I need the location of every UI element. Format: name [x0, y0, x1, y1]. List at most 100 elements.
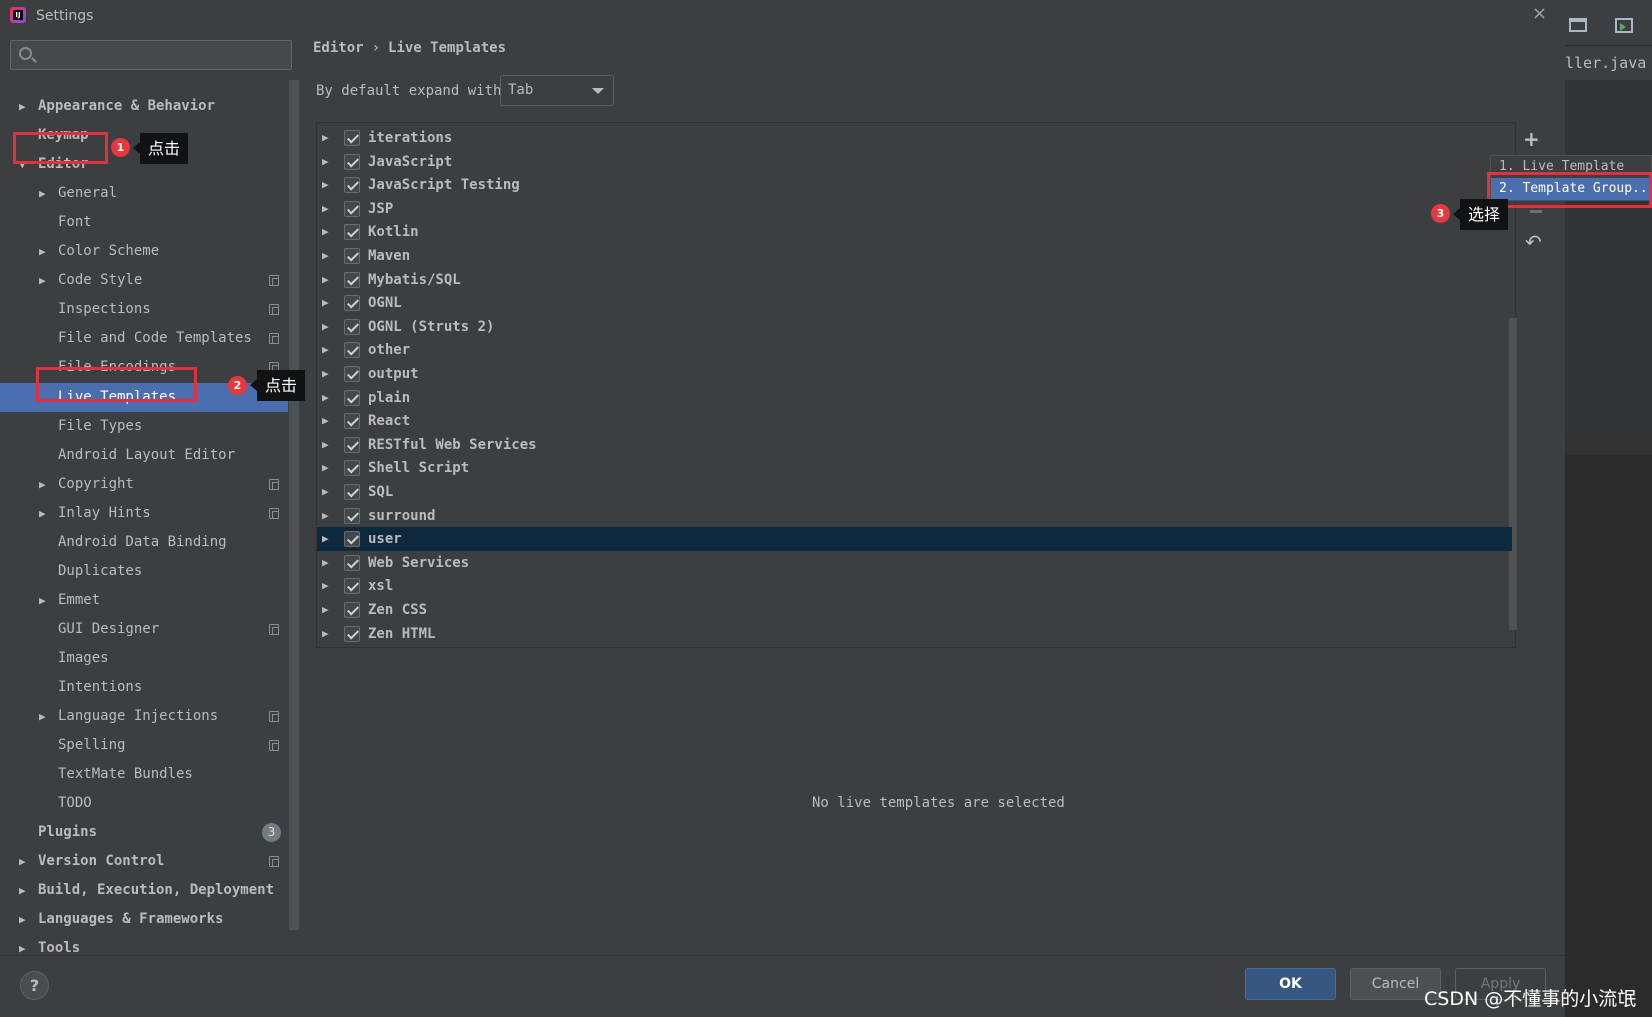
add-icon[interactable]: + [1523, 127, 1540, 151]
template-group-row[interactable]: ▶ xsl [317, 574, 1512, 598]
template-group-row[interactable]: ▶ output [317, 362, 1512, 386]
sidebar-item[interactable]: Intentions [0, 673, 288, 702]
sidebar-item[interactable]: ▶ Copyright [0, 470, 288, 499]
sidebar-item[interactable]: Inspections [0, 295, 288, 324]
help-icon[interactable]: ? [20, 971, 49, 1000]
template-group-row[interactable]: ▶ Mybatis/SQL [317, 268, 1512, 292]
enabled-checkbox[interactable] [344, 366, 360, 382]
sidebar-item[interactable]: Android Data Binding [0, 528, 288, 557]
settings-search-input[interactable] [10, 40, 292, 70]
sidebar-item[interactable]: TODO [0, 789, 288, 818]
enabled-checkbox[interactable] [344, 436, 360, 453]
sidebar-item[interactable]: Font [0, 208, 288, 237]
enabled-checkbox[interactable] [344, 625, 360, 642]
sidebar-item[interactable]: ▶ Language Injections [0, 702, 288, 731]
template-group-row[interactable]: ▶ Shell Script [317, 456, 1512, 480]
collapsed-arrow-icon[interactable]: ▶ [322, 220, 329, 244]
template-group-row[interactable]: ▶ user [317, 527, 1512, 552]
enabled-checkbox[interactable] [344, 531, 360, 548]
project-structure-icon[interactable] [1569, 18, 1587, 32]
template-group-row[interactable]: ▶ OGNL [317, 291, 1512, 315]
enabled-checkbox[interactable] [344, 554, 360, 571]
enabled-checkbox[interactable] [344, 130, 360, 146]
template-group-row[interactable]: ▶ JSP [317, 197, 1512, 221]
collapsed-arrow-icon[interactable]: ▶ [322, 268, 329, 292]
enabled-checkbox[interactable] [344, 248, 360, 264]
enabled-checkbox[interactable] [344, 153, 360, 170]
template-group-row[interactable]: ▶ JavaScript [317, 150, 1512, 174]
collapsed-arrow-icon[interactable]: ▶ [19, 92, 26, 121]
sidebar-item[interactable]: ▶ General [0, 179, 288, 208]
sidebar-item[interactable]: TextMate Bundles [0, 760, 288, 789]
enabled-checkbox[interactable] [344, 484, 360, 500]
collapsed-arrow-icon[interactable]: ▶ [39, 179, 46, 208]
ok-button[interactable]: OK [1245, 968, 1336, 1000]
template-group-row[interactable]: ▶ OGNL (Struts 2) [317, 315, 1512, 339]
collapsed-arrow-icon[interactable]: ▶ [322, 504, 329, 528]
template-group-row[interactable]: ▶ Zen HTML [317, 622, 1512, 646]
collapsed-arrow-icon[interactable]: ▶ [322, 150, 329, 174]
enabled-checkbox[interactable] [344, 507, 360, 524]
sidebar-item[interactable]: ▶ Build, Execution, Deployment [0, 876, 288, 905]
collapsed-arrow-icon[interactable]: ▶ [322, 197, 329, 221]
collapsed-arrow-icon[interactable]: ▶ [39, 237, 46, 266]
remove-icon[interactable] [1530, 210, 1542, 213]
collapsed-arrow-icon[interactable]: ▶ [322, 551, 329, 575]
sidebar-item[interactable]: Images [0, 644, 288, 673]
collapsed-arrow-icon[interactable]: ▶ [19, 847, 26, 876]
sidebar-item[interactable]: Plugins 3 [0, 818, 288, 847]
template-group-row[interactable]: ▶ Web Services [317, 551, 1512, 575]
collapsed-arrow-icon[interactable]: ▶ [322, 527, 329, 551]
template-group-row[interactable]: ▶ Zen CSS [317, 598, 1512, 622]
close-icon[interactable]: × [1532, 3, 1547, 24]
collapsed-arrow-icon[interactable]: ▶ [39, 266, 46, 295]
enabled-checkbox[interactable] [344, 177, 360, 194]
enabled-checkbox[interactable] [344, 200, 360, 217]
sidebar-item[interactable]: ▶ Inlay Hints [0, 499, 288, 528]
collapsed-arrow-icon[interactable]: ▶ [322, 574, 329, 598]
template-group-row[interactable]: ▶ SQL [317, 480, 1512, 504]
enabled-checkbox[interactable] [344, 389, 360, 406]
enabled-checkbox[interactable] [344, 342, 360, 359]
enabled-checkbox[interactable] [344, 578, 360, 595]
sidebar-item[interactable]: ▶ Languages & Frameworks [0, 905, 288, 934]
sidebar-item[interactable]: Android Layout Editor [0, 441, 288, 470]
enabled-checkbox[interactable] [344, 413, 360, 430]
sidebar-scrollbar[interactable] [289, 80, 299, 930]
template-group-row[interactable]: ▶ Maven [317, 244, 1512, 268]
collapsed-arrow-icon[interactable]: ▶ [322, 433, 329, 457]
expand-key-dropdown[interactable]: Tab [500, 75, 614, 106]
collapsed-arrow-icon[interactable]: ▶ [322, 362, 329, 386]
collapsed-arrow-icon[interactable]: ▶ [322, 315, 329, 339]
enabled-checkbox[interactable] [344, 460, 360, 477]
template-group-row[interactable]: ▶ JavaScript Testing [317, 173, 1512, 197]
template-group-row[interactable]: ▶ other [317, 338, 1512, 362]
enabled-checkbox[interactable] [344, 318, 360, 335]
run-window-icon[interactable] [1615, 18, 1633, 33]
template-group-row[interactable]: ▶ RESTful Web Services [317, 433, 1512, 457]
collapsed-arrow-icon[interactable]: ▶ [322, 386, 329, 410]
sidebar-item[interactable]: ▶ Color Scheme [0, 237, 288, 266]
enabled-checkbox[interactable] [344, 224, 360, 241]
template-group-row[interactable]: ▶ React [317, 409, 1512, 433]
collapsed-arrow-icon[interactable]: ▶ [322, 291, 329, 315]
template-group-row[interactable]: ▶ Kotlin [317, 220, 1512, 244]
sidebar-item[interactable]: ▶ Version Control [0, 847, 288, 876]
enabled-checkbox[interactable] [344, 271, 360, 288]
enabled-checkbox[interactable] [344, 602, 360, 618]
collapsed-arrow-icon[interactable]: ▶ [39, 470, 46, 499]
collapsed-arrow-icon[interactable]: ▶ [19, 905, 26, 934]
collapsed-arrow-icon[interactable]: ▶ [39, 586, 46, 615]
sidebar-item[interactable]: ▶ Appearance & Behavior [0, 92, 288, 121]
collapsed-arrow-icon[interactable]: ▶ [39, 499, 46, 528]
sidebar-item[interactable]: GUI Designer [0, 615, 288, 644]
sidebar-item[interactable]: Duplicates [0, 557, 288, 586]
collapsed-arrow-icon[interactable]: ▶ [322, 126, 329, 150]
collapsed-arrow-icon[interactable]: ▶ [322, 409, 329, 433]
collapsed-arrow-icon[interactable]: ▶ [322, 622, 329, 646]
undo-icon[interactable]: ↶ [1525, 230, 1542, 254]
collapsed-arrow-icon[interactable]: ▶ [322, 338, 329, 362]
enabled-checkbox[interactable] [344, 295, 360, 312]
template-group-row[interactable]: ▶ plain [317, 386, 1512, 410]
collapsed-arrow-icon[interactable]: ▶ [322, 173, 329, 197]
